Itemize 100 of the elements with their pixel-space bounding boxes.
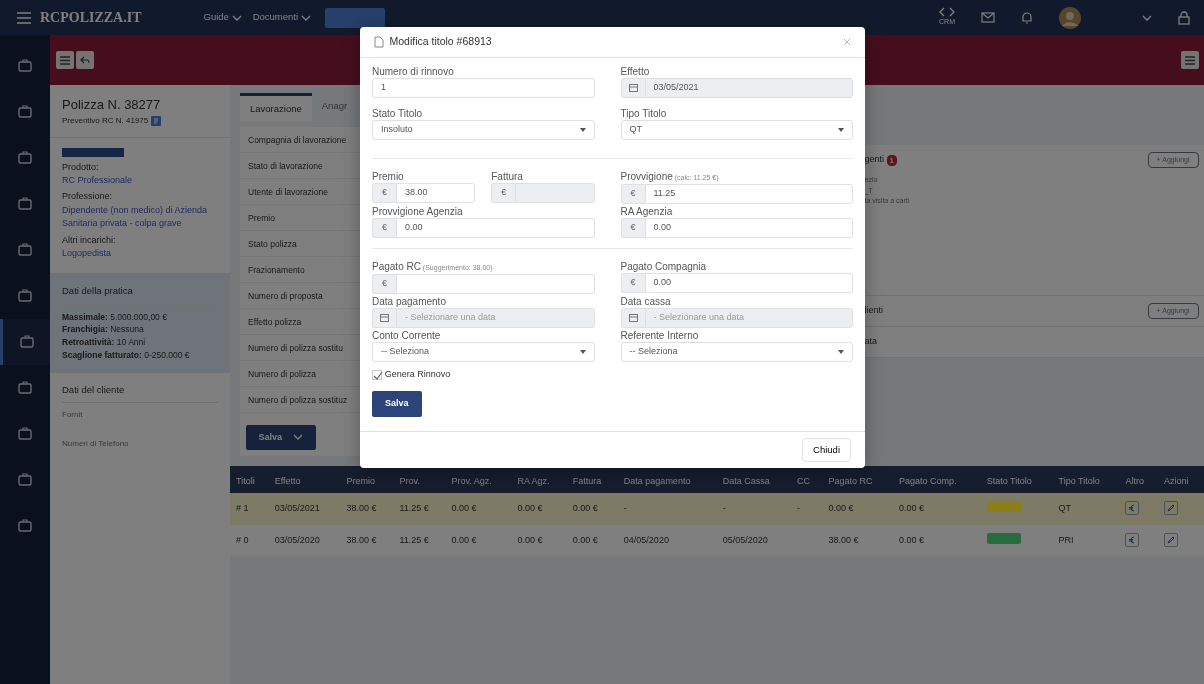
field-label: Tipo Titolo [620,107,668,119]
edit-button[interactable] [1163,501,1178,515]
calendar-icon [380,313,389,323]
document-icon[interactable] [151,115,161,126]
sidebar-item[interactable] [0,319,50,365]
select-field[interactable]: -- Seleziona [620,341,853,362]
document-icon [374,35,384,48]
table-cell: 0.00 € [451,534,477,545]
caret-icon [838,127,844,132]
table-cell: 38.00 € [828,534,859,545]
menu-item-icon [17,196,33,212]
table-cell: 38.00 € [346,534,377,545]
practice-detail: Franchigia: Nessuna [62,323,145,336]
input-field[interactable]: 0.00 [644,272,853,293]
table-cell: 0.00 € [572,503,598,513]
euro-button[interactable] [1125,501,1140,515]
table-row[interactable]: # 0 03/05/2020 38.00 € 11.25 € 0.00 € 0.00 € 0.00 € 04/05/2020 05/05/2020 38.00 € 0.00 € PRI [230,524,1204,556]
euro-button[interactable] [1125,532,1140,547]
close-button[interactable]: Chiudi [802,437,851,462]
brand-logo[interactable]: RCPOLIZZA.IT [40,7,142,28]
field-label: Data pagamento [372,295,447,307]
calendar-addon[interactable] [620,307,645,328]
edit-icon [1166,504,1175,512]
select-field[interactable]: QT [620,119,853,140]
input-field[interactable] [396,273,595,294]
status-badge [62,147,124,157]
practice-detail: Scaglione fatturato: 0-250.000 € [62,348,191,362]
input-field[interactable]: 1 [372,77,595,98]
column-header: Premio [340,465,394,493]
card-title: genti [864,153,885,167]
edit-icon [1166,535,1175,544]
checkbox-label: Genera Rinnovo [384,367,451,381]
currency-addon: € [620,272,645,293]
menu-item-icon [17,58,33,74]
edit-button[interactable] [1163,532,1178,547]
currency-addon: € [620,183,645,204]
input-field[interactable]: 0.00 [396,217,595,238]
field-label: Effetto [620,65,651,77]
lock-icon[interactable] [1178,10,1190,25]
field-label: Fattura [491,170,524,182]
quote-number: Preventivo RC N. 41975 [62,114,149,127]
table-row[interactable]: # 1 03/05/2021 38.00 € 11.25 € 0.00 € 0.00 € 0.00 € - - - 0.00 € 0.00 € QT [230,493,1204,525]
menu-item-icon [17,472,33,488]
field-label: Prodotto: [62,160,100,174]
field-label: Fornit [62,408,84,421]
table-cell: 38.00 € [346,503,377,513]
table-cell: # 0 [236,534,249,545]
select-field[interactable]: -- Seleziona [372,341,595,362]
table-cell: - [722,503,726,513]
table-cell: 05/05/2020 [722,534,768,545]
field-label: Premio [372,170,405,182]
field-label: Provvigione Agenzia [372,205,464,217]
checkbox[interactable]: Genera Rinnovo [372,367,853,382]
tab[interactable]: Lavorazione [240,93,312,121]
user-menu[interactable] [1059,6,1152,29]
table-cell: 0.00 € [828,503,854,513]
modal-title: Modifica titolo #68913 [389,34,492,49]
field-label: Altri incarichi: [62,233,117,247]
input-field[interactable]: 38.00 [396,182,476,203]
list-button[interactable] [1180,51,1199,69]
back-button[interactable] [76,51,95,69]
menu-item-icon [17,426,33,442]
nav-dropdown[interactable]: Guide [203,10,242,25]
caret-icon [579,349,586,354]
menu-item-icon [18,334,35,350]
back-arrow-icon [80,55,91,65]
table-cell: 04/05/2020 [623,534,669,545]
euro-icon [1128,504,1137,512]
close-icon[interactable] [843,37,851,46]
column-header: Tipo Titolo [1052,465,1120,493]
field-label: Numero di rinnovo [372,65,455,77]
field-label: Pagato Compagnia [620,260,708,272]
menu-item-icon [17,518,33,534]
caret-icon [579,127,586,132]
code-icon [939,7,955,18]
caret-icon [300,13,311,22]
table-cell: 03/05/2021 [274,503,320,513]
currency-addon: € [620,217,645,238]
list-icon [59,55,70,65]
input-field[interactable]: 0.00 [644,217,853,238]
menu-icon[interactable] [16,10,32,25]
table-cell: # 1 [236,503,249,513]
calendar-addon[interactable] [372,307,396,328]
bell-icon[interactable] [1021,11,1033,24]
checkbox-box[interactable] [372,369,382,380]
table-cell: QT [1058,503,1071,513]
nav-button[interactable] [324,7,385,28]
save-button[interactable]: Salva [245,424,317,450]
save-button[interactable]: Salva [372,391,422,417]
input-field[interactable]: 11.25 [644,183,853,204]
field-label: Professione: [62,190,114,204]
section-title: Dati del cliente [62,382,218,404]
caret-icon [838,349,844,354]
mail-icon[interactable] [981,12,995,23]
calendar-addon[interactable] [620,77,645,98]
table-cell: 0.00 € [899,503,925,513]
list-button[interactable] [55,51,74,69]
select-field[interactable]: Insoluto [372,119,595,140]
nav-dropdown[interactable]: Documenti [252,10,311,25]
practice-detail: Massimale: 5.000.000,00 € [62,310,168,324]
